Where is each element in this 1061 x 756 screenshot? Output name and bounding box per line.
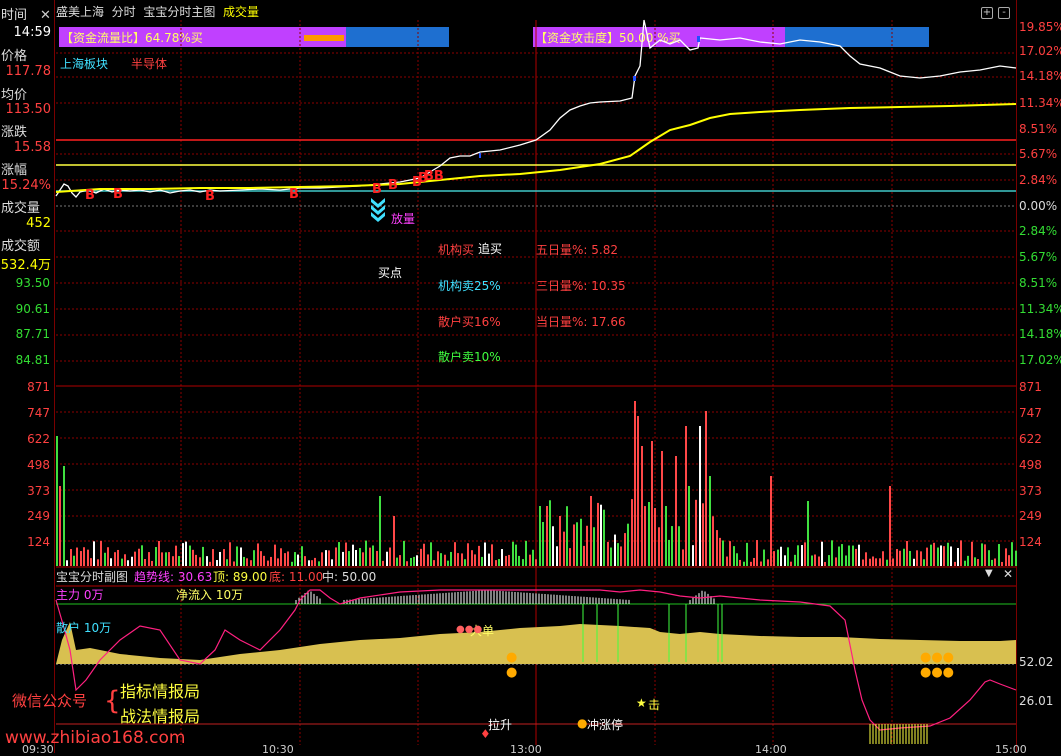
retail-area	[56, 622, 1016, 664]
star-icon: ★	[636, 696, 647, 710]
watermark-line2: 战法情报局	[120, 707, 201, 726]
x-tick: 13:00	[510, 743, 542, 756]
wechat-label: 微信公众号	[12, 692, 88, 710]
main-force-stripes	[295, 590, 715, 604]
pull-up-label: 拉升	[488, 718, 513, 732]
watermark-line1: 指标情报局	[120, 682, 201, 701]
brace-icon: {	[104, 686, 121, 716]
main-force-label: 主力 0万	[56, 588, 104, 602]
limit-up-label: 冲涨停	[587, 718, 624, 732]
x-tick: 10:30	[262, 743, 294, 756]
gold-ingot-icon: ● ●	[506, 650, 518, 680]
money-bag-icon: ●	[577, 716, 588, 730]
x-tick: 09:30	[22, 743, 54, 756]
balls-icon: ●●●	[456, 624, 483, 635]
x-tick: 14:00	[755, 743, 787, 756]
gold-ingot-group-icon: ●●● ●●●	[920, 650, 955, 680]
net-inflow-label: 净流入 10万	[176, 588, 244, 602]
sub-chart	[55, 589, 1017, 744]
retail-label: 散户 10万	[56, 621, 112, 635]
x-tick: 15:00	[995, 743, 1027, 756]
bottom-stripes	[869, 724, 928, 744]
strike-label: 击	[648, 698, 661, 712]
